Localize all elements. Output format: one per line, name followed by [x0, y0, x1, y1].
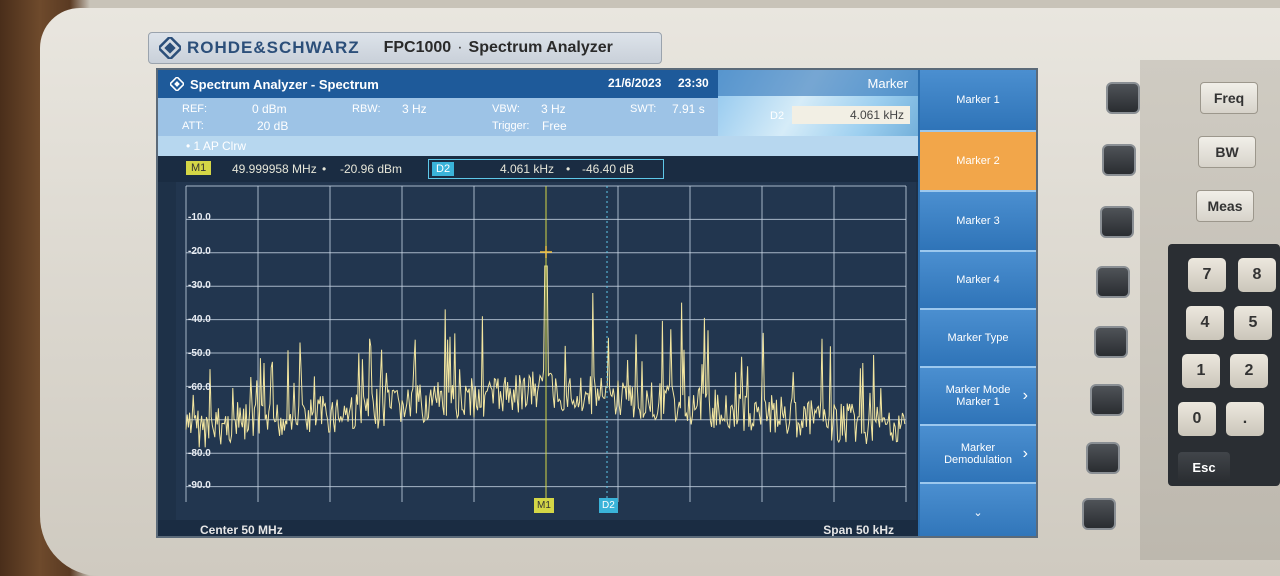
- span-frequency[interactable]: Span 50 kHz: [823, 523, 894, 536]
- key-2[interactable]: 2: [1230, 354, 1268, 388]
- key-8[interactable]: 8: [1238, 258, 1276, 292]
- softkey-marker-3[interactable]: Marker 3: [920, 192, 1036, 252]
- hardware-softkey-4[interactable]: [1096, 266, 1130, 298]
- freq-key[interactable]: Freq: [1200, 82, 1258, 114]
- key-1[interactable]: 1: [1182, 354, 1220, 388]
- d2-flag[interactable]: D2: [599, 498, 618, 513]
- y-tick-label: -60.0: [188, 382, 211, 393]
- rbw-value[interactable]: 3 Hz: [402, 102, 427, 116]
- softkey-panel: Marker 1 Marker 2 Marker 3 Marker 4 Mark…: [918, 70, 1036, 536]
- plot-footer: Center 50 MHz Span 50 kHz: [158, 520, 918, 536]
- hardware-softkey-3[interactable]: [1100, 206, 1134, 238]
- center-frequency[interactable]: Center 50 MHz: [200, 523, 283, 536]
- m1-flag[interactable]: M1: [534, 498, 554, 513]
- trigger-value[interactable]: Free: [542, 119, 567, 133]
- hardware-softkey-7[interactable]: [1086, 442, 1120, 474]
- softkey-label: Marker 3: [956, 215, 1000, 227]
- m1-frequency: 49.999958 MHz: [232, 162, 317, 176]
- spectrum-plot[interactable]: -10.0 -20.0 -30.0 -40.0 -50.0 -60.0 -80.…: [176, 182, 916, 520]
- brand-name: ROHDE&SCHWARZ: [187, 38, 360, 57]
- softkey-panel-header: Marker: [718, 70, 918, 96]
- vbw-value[interactable]: 3 Hz: [541, 102, 566, 116]
- rbw-label: RBW:: [352, 103, 381, 115]
- trigger-label: Trigger:: [492, 120, 530, 132]
- y-tick-label: -40.0: [188, 314, 211, 325]
- att-value[interactable]: 20 dB: [257, 119, 288, 133]
- m1-level: -20.96 dBm: [340, 162, 403, 176]
- d2-frequency: 4.061 kHz: [500, 162, 555, 176]
- softkey-marker-demodulation[interactable]: Marker Demodulation ›: [920, 426, 1036, 484]
- softkey-marker-4[interactable]: Marker 4: [920, 252, 1036, 310]
- vbw-label: VBW:: [492, 103, 520, 115]
- device-type: Spectrum Analyzer: [468, 39, 613, 56]
- key-0[interactable]: 0: [1178, 402, 1216, 436]
- hardware-softkey-2[interactable]: [1102, 144, 1136, 176]
- esc-key[interactable]: Esc: [1178, 452, 1230, 482]
- y-tick-label: -80.0: [188, 448, 211, 459]
- y-tick-label: -10.0: [188, 212, 211, 223]
- chevron-right-icon: ›: [1022, 445, 1028, 462]
- marker-readout-bar: M1 49.999958 MHz • -20.96 dBm D2 4.061 k…: [158, 156, 918, 182]
- rohde-schwarz-logo-icon: [159, 37, 181, 59]
- meas-key[interactable]: Meas: [1196, 190, 1254, 222]
- ref-value[interactable]: 0 dBm: [252, 102, 287, 116]
- ref-label: REF:: [182, 103, 208, 115]
- key-decimal[interactable]: .: [1226, 402, 1264, 436]
- softkey-label: Marker Mode Marker 1: [945, 384, 1011, 408]
- key-4[interactable]: 4: [1186, 306, 1224, 340]
- d2-input-label: D2: [770, 110, 785, 122]
- hardware-softkey-5[interactable]: [1094, 326, 1128, 358]
- m1-bullet: •: [322, 162, 327, 176]
- d2-frequency-input[interactable]: 4.061 kHz: [792, 106, 910, 124]
- y-tick-label: -50.0: [188, 348, 211, 359]
- screen-title: Spectrum Analyzer - Spectrum: [190, 76, 379, 92]
- trace-info-bar: • 1 AP Clrw: [158, 136, 918, 156]
- softkey-label: Marker Demodulation: [944, 442, 1012, 466]
- chevron-right-icon: ›: [1022, 387, 1028, 404]
- swt-label: SWT:: [630, 103, 657, 115]
- analyzer-screen: Spectrum Analyzer - Spectrum 21/6/2023 2…: [156, 68, 1038, 538]
- softkey-label: Marker 2: [956, 155, 1000, 167]
- measurement-params: REF: 0 dBm ATT: 20 dB RBW: 3 Hz VBW: 3 H…: [158, 98, 718, 136]
- m1-badge[interactable]: M1: [186, 161, 212, 175]
- screen-date: 21/6/2023: [608, 76, 662, 90]
- hardware-softkey-6[interactable]: [1090, 384, 1124, 416]
- key-5[interactable]: 5: [1234, 306, 1272, 340]
- softkey-marker-type[interactable]: Marker Type: [920, 310, 1036, 368]
- y-tick-label: -20.0: [188, 246, 211, 257]
- hardware-softkey-8[interactable]: [1082, 498, 1116, 530]
- d2-bullet: •: [566, 162, 571, 176]
- device-model: FPC1000: [383, 39, 452, 56]
- softkey-more[interactable]: ⌄: [920, 484, 1036, 536]
- brand-separator: ·: [457, 39, 463, 56]
- chevron-down-icon: ⌄: [973, 506, 983, 519]
- softkey-label: Marker 4: [956, 274, 1000, 286]
- softkey-marker-mode[interactable]: Marker Mode Marker 1 ›: [920, 368, 1036, 426]
- numeric-keypad: 7 8 4 5 1 2 0 . Esc: [1168, 244, 1280, 486]
- d2-level: -46.40 dB: [582, 162, 635, 176]
- softkey-label: Marker Type: [947, 332, 1009, 344]
- d2-badge[interactable]: D2: [432, 162, 455, 176]
- softkey-label: Marker 1: [956, 94, 1000, 106]
- swt-value[interactable]: 7.91 s: [672, 102, 705, 116]
- spectrum-trace-canvas: [176, 182, 916, 520]
- hardware-softkey-1[interactable]: [1106, 82, 1140, 114]
- bw-key[interactable]: BW: [1198, 136, 1256, 168]
- screen-time: 23:30: [678, 76, 709, 90]
- y-tick-label: -90.0: [188, 480, 211, 491]
- softkey-marker-1[interactable]: Marker 1: [920, 70, 1036, 132]
- softkey-marker-2[interactable]: Marker 2: [920, 132, 1036, 192]
- y-tick-label: -30.0: [188, 280, 211, 291]
- trace-info[interactable]: • 1 AP Clrw: [186, 139, 246, 153]
- key-7[interactable]: 7: [1188, 258, 1226, 292]
- mode-icon: [170, 77, 184, 91]
- brand-bar: ROHDE&SCHWARZ FPC1000 · Spectrum Analyze…: [148, 32, 662, 64]
- att-label: ATT:: [182, 120, 204, 132]
